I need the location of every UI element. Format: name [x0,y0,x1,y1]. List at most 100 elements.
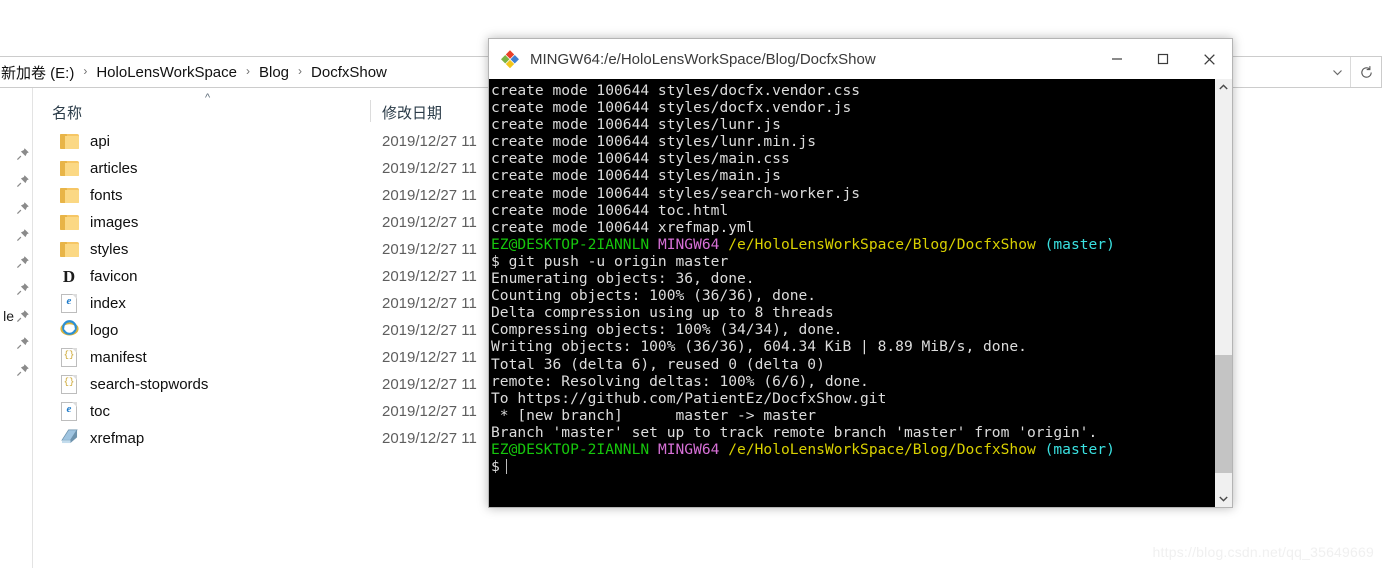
pin-icon[interactable] [0,194,33,221]
watermark: https://blog.csdn.net/qq_35649669 [1152,544,1374,560]
folder-icon [59,242,79,257]
minimize-icon[interactable] [1094,40,1140,79]
file-icon-cell: {} [58,348,80,368]
html-file-icon: e [61,402,77,421]
chevron-down-icon[interactable] [1215,490,1232,507]
yml-file-icon [60,428,79,449]
file-icon-cell: e [58,402,80,422]
chevron-up-icon[interactable] [1215,79,1232,96]
quick-access-item-label: le [3,307,14,324]
file-name: api [90,133,111,150]
terminal-command-line: $ git push -u origin master [491,252,729,270]
file-date-modified: 2019/12/27 11 [382,322,477,339]
file-icon-cell: D [58,267,80,287]
file-icon-cell [58,320,80,341]
folder-icon [59,134,79,149]
file-date-modified: 2019/12/27 11 [382,268,477,285]
pin-icon[interactable] [0,167,33,194]
terminal-line-output: * [new branch] master -> master [491,406,817,424]
terminal-line-output: To https://github.com/PatientEz/DocfxSho… [491,389,887,407]
prompt-branch: (master) [1044,235,1115,253]
breadcrumb: 新加卷 (E:) › HoloLensWorkSpace › Blog › Do… [0,62,389,83]
pin-icon[interactable] [0,329,33,356]
refresh-icon[interactable] [1350,57,1381,87]
sort-ascending-icon[interactable]: ^ [205,93,210,104]
file-date-modified: 2019/12/27 11 [382,349,477,366]
terminal-output[interactable]: create mode 100644 styles/docfx.vendor.c… [489,79,1214,507]
pin-icon[interactable] [0,140,33,167]
column-divider[interactable] [370,100,371,122]
terminal-line-create-mode: create mode 100644 xrefmap.yml [491,218,755,236]
terminal-prompt-line: EZ@DESKTOP-2IANNLN MINGW64 /e/HoloLensWo… [491,441,1214,458]
terminal-line-output: Total 36 (delta 6), reused 0 (delta 0) [491,355,825,373]
file-date-modified: 2019/12/27 11 [382,376,477,393]
file-icon-cell [58,213,80,233]
folder-icon [59,161,79,176]
terminal-line-create-mode: create mode 100644 styles/lunr.min.js [491,133,817,151]
terminal-line-output: Writing objects: 100% (36/36), 604.34 Ki… [491,338,1027,356]
terminal-line-output: Delta compression using up to 8 threads [491,304,834,322]
terminal-prompt-line: EZ@DESKTOP-2IANNLN MINGW64 /e/HoloLensWo… [491,236,1214,253]
maximize-icon[interactable] [1140,40,1186,79]
folder-icon [59,215,79,230]
column-header-name[interactable]: 名称 [52,102,82,123]
prompt-branch: (master) [1044,440,1115,458]
file-name: images [90,214,139,231]
terminal-line-output: Enumerating objects: 36, done. [491,270,755,288]
file-name: xrefmap [90,430,145,447]
terminal-line-output: Counting objects: 100% (36/36), done. [491,287,817,305]
terminal-line-output: Compressing objects: 100% (34/34), done. [491,321,843,339]
file-name: index [90,295,126,312]
breadcrumb-item-hololensworkspace[interactable]: HoloLensWorkSpace [94,64,239,81]
breadcrumb-separator-icon: › [83,64,88,78]
html-file-icon: e [61,294,77,313]
folder-icon [59,188,79,203]
file-date-modified: 2019/12/27 11 [382,295,477,312]
terminal-scrollbar[interactable] [1214,79,1232,507]
terminal-input-line[interactable]: $ [491,458,1214,475]
breadcrumb-item-blog[interactable]: Blog [257,64,291,81]
file-date-modified: 2019/12/27 11 [382,214,477,231]
breadcrumb-item-drive[interactable]: 新加卷 (E:) [0,62,76,83]
json-file-icon: {} [61,375,77,394]
file-icon-cell [58,240,80,260]
file-name: manifest [90,349,147,366]
prompt-shell-name: MINGW64 [657,440,720,458]
terminal-line-create-mode: create mode 100644 toc.html [491,201,729,219]
terminal-body[interactable]: create mode 100644 styles/docfx.vendor.c… [489,79,1232,507]
file-name: logo [90,322,119,339]
terminal-line-create-mode: create mode 100644 styles/main.css [491,150,790,168]
quick-access-item-clipped[interactable]: le [0,302,33,329]
terminal-line-create-mode: create mode 100644 styles/search-worker.… [491,184,861,202]
pin-icon[interactable] [0,221,33,248]
pin-icon[interactable] [0,356,33,383]
pin-icon[interactable] [0,275,33,302]
terminal-line-output: remote: Resolving deltas: 100% (6/6), do… [491,372,869,390]
chevron-down-icon[interactable] [1324,57,1350,87]
pin-icon[interactable] [0,248,33,275]
column-header-date-modified[interactable]: 修改日期 [382,102,442,123]
file-date-modified: 2019/12/27 11 [382,241,477,258]
file-name: search-stopwords [90,376,209,393]
terminal-line-create-mode: create mode 100644 styles/docfx.vendor.c… [491,82,861,99]
file-name: toc [90,403,111,420]
file-icon-cell [58,429,80,449]
file-icon-cell: e [58,294,80,314]
json-file-icon: {} [61,348,77,367]
prompt-user-host: EZ@DESKTOP-2IANNLN [491,440,650,458]
prompt-path: /e/HoloLensWorkSpace/Blog/DocfxShow [728,235,1036,253]
file-date-modified: 2019/12/27 11 [382,403,477,420]
file-name: articles [90,160,138,177]
prompt-symbol: $ [491,458,500,476]
close-icon[interactable] [1186,40,1232,79]
terminal-line-output: Branch 'master' set up to track remote b… [491,423,1098,441]
breadcrumb-separator-icon: › [298,64,303,78]
git-bash-icon [499,48,521,70]
font-file-icon: D [62,267,76,286]
scrollbar-thumb[interactable] [1215,355,1232,473]
breadcrumb-item-docfxshow[interactable]: DocfxShow [309,64,389,81]
title-bar[interactable]: MINGW64:/e/HoloLensWorkSpace/Blog/DocfxS… [489,39,1232,79]
file-icon-cell [58,186,80,206]
quick-access-pins: le [0,88,33,568]
file-icon-cell [58,132,80,152]
